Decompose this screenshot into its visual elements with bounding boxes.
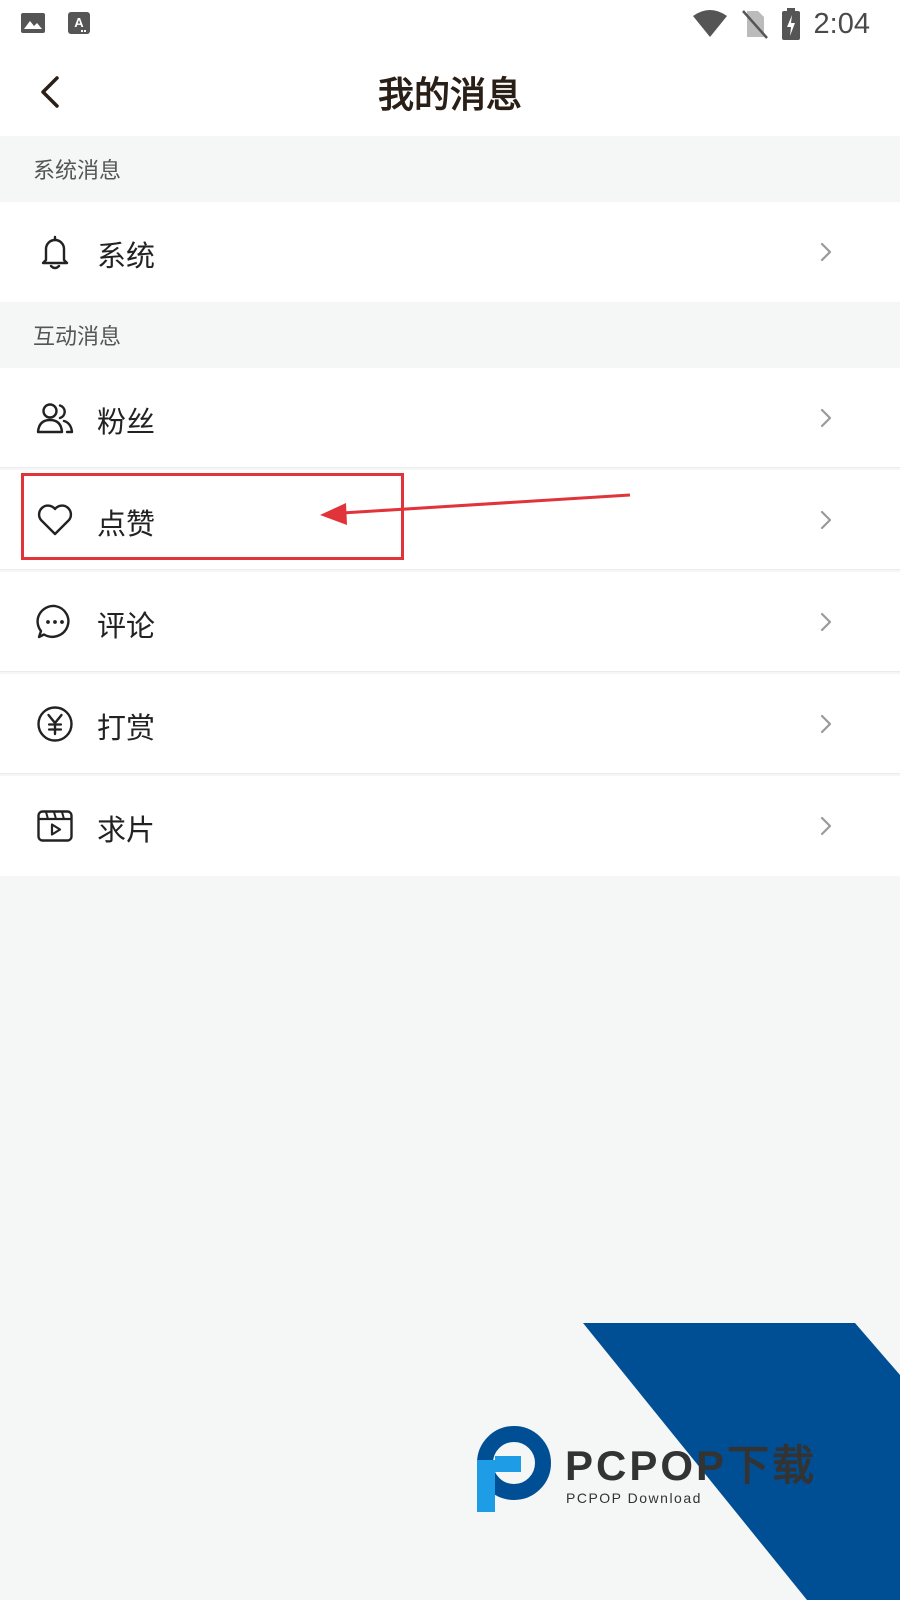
section-header-interaction: 互动消息 [0, 302, 900, 368]
video-request-icon [37, 810, 73, 842]
svg-text:A: A [74, 15, 84, 30]
list-item-requests[interactable]: 求片 [0, 776, 900, 876]
header-bar: 我的消息 [0, 48, 900, 136]
keyboard-a-icon: A [68, 12, 90, 34]
divider [0, 773, 900, 774]
pcpop-logo-icon [477, 1426, 551, 1512]
no-sim-icon [741, 10, 768, 39]
page-title: 我的消息 [377, 75, 522, 116]
fans-icon [36, 403, 74, 434]
chevron-right-icon [820, 242, 832, 262]
image-icon [21, 13, 45, 33]
section-header-system: 系统消息 [0, 136, 900, 202]
comment-icon [36, 604, 70, 639]
list-item-system[interactable]: 系统 [0, 202, 900, 302]
chevron-right-icon [820, 816, 832, 836]
annotation-arrow [320, 493, 630, 525]
list-item-label: 求片 [97, 813, 156, 847]
list-item-label: 评论 [97, 609, 156, 643]
chevron-right-icon [820, 408, 832, 428]
wifi-icon [692, 10, 727, 37]
list-item-comments[interactable]: 评论 [0, 572, 900, 672]
watermark-brand: PCPOP下载 [565, 1442, 817, 1489]
status-time: 2:04 [813, 7, 870, 40]
status-bar: A 2:04 [0, 0, 900, 48]
list-item-label: 系统 [97, 239, 156, 273]
chevron-right-icon [820, 714, 832, 734]
list-item-fans[interactable]: 粉丝 [0, 368, 900, 468]
bell-icon [41, 235, 69, 270]
chevron-right-icon [820, 612, 832, 632]
section-title: 互动消息 [33, 325, 122, 350]
battery-charging-icon [781, 8, 800, 40]
list-item-tips[interactable]: 打赏 [0, 674, 900, 774]
divider [0, 569, 900, 570]
watermark-subtitle: PCPOP Download [566, 1490, 702, 1506]
list-item-label: 打赏 [97, 711, 156, 745]
yuan-icon [37, 706, 73, 742]
pcpop-watermark: PCPOP下载 PCPOP Download [477, 1323, 900, 1600]
divider [0, 671, 900, 672]
list-item-label: 粉丝 [97, 405, 156, 439]
section-title: 系统消息 [33, 159, 122, 184]
divider [0, 467, 900, 468]
chevron-right-icon [820, 510, 832, 530]
